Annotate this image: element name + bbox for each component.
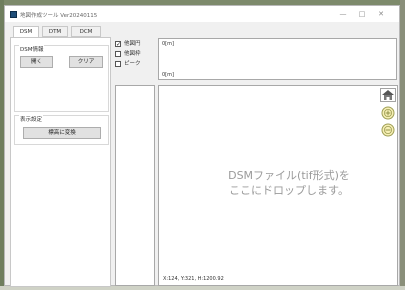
dsm-info-group: DSM情報 開く クリア	[14, 45, 109, 112]
cursor-readout: X:124, Y:321, H:1200.92	[163, 276, 224, 282]
desktop-background-right	[400, 0, 405, 290]
tab-dcm[interactable]: DCM	[71, 26, 101, 37]
checkbox-peak-box[interactable]	[115, 61, 121, 67]
profile-bottom-label: 0[m]	[162, 72, 174, 78]
drop-instructions: DSMファイル(tif形式)を ここにドロップします。	[199, 168, 379, 198]
checkbox-frame-label: 他図枠	[124, 51, 141, 57]
minimize-button[interactable]: —	[337, 9, 349, 19]
clear-button[interactable]: クリア	[69, 56, 103, 68]
title-bar: 地図作成ツール Ver20240115 — □ ✕	[5, 6, 399, 22]
convert-elevation-button[interactable]: 標高に変換	[23, 127, 101, 139]
checkbox-circle-label: 他図円	[124, 41, 141, 47]
drop-instructions-line2: ここにドロップします。	[229, 184, 349, 197]
dsm-info-label: DSM情報	[19, 45, 45, 53]
checkbox-peak-label: ピーク	[124, 61, 141, 67]
tab-dtm[interactable]: DTM	[42, 26, 68, 37]
display-settings-group: 表示設定 標高に変換	[14, 115, 109, 145]
profile-top-label: 0[m]	[162, 41, 174, 47]
elevation-profile-panel: 0[m] 0[m]	[158, 38, 397, 80]
checkbox-circle-box[interactable]: ✓	[115, 41, 121, 48]
display-settings-label: 表示設定	[19, 115, 44, 123]
side-list-panel[interactable]	[115, 85, 155, 286]
zoom-in-icon[interactable]	[381, 106, 395, 120]
maximize-button[interactable]: □	[356, 9, 368, 19]
zoom-out-icon[interactable]	[381, 123, 395, 137]
app-icon	[10, 11, 17, 18]
map-drop-area[interactable]: DSMファイル(tif形式)を ここにドロップします。 X:124, Y:321…	[158, 85, 398, 286]
drop-instructions-line1: DSMファイル(tif形式)を	[228, 169, 350, 182]
dsm-settings-panel: DSM情報 開く クリア 表示設定 標高に変換	[10, 37, 111, 287]
window-title: 地図作成ツール Ver20240115	[20, 13, 98, 19]
close-button[interactable]: ✕	[375, 9, 387, 19]
open-button[interactable]: 開く	[20, 56, 53, 68]
checkbox-frame-box[interactable]	[115, 51, 121, 57]
map-layer-icon[interactable]	[380, 88, 396, 102]
